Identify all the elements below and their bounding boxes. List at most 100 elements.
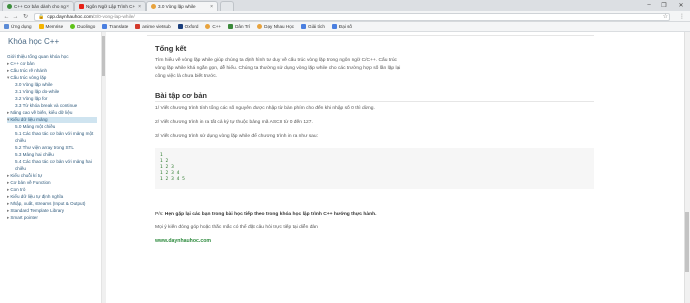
chevron-icon: ▸ (7, 187, 10, 192)
sidebar-item-label: Nâng cao về biến, kiểu dữ liệu (10, 110, 73, 115)
bookmark-star-icon[interactable]: ☆ (663, 13, 668, 20)
sidebar-item[interactable]: 5.3 Mảng hai chiều (15, 152, 54, 158)
chevron-icon: ▾ (7, 117, 10, 122)
bookmark-daiso[interactable]: Đại số (331, 24, 352, 29)
browser-menu-icon[interactable]: ⋮ (679, 13, 685, 20)
close-tab-icon[interactable]: × (66, 4, 69, 10)
sidebar-item-label: Nhập, xuất, streams (Input & Output) (10, 201, 86, 206)
memrise-icon (38, 24, 44, 29)
sidebar-item[interactable]: ▸Standard Template Library (7, 208, 64, 214)
sidebar-item-label: chiều (15, 138, 26, 143)
sidebar-item[interactable]: ▸Kiểu chuỗi kí tự (7, 173, 42, 179)
browser-tab-1[interactable]: C++ Cơ bản dành cho ng × (2, 1, 74, 11)
reload-icon[interactable]: ↻ (22, 13, 29, 20)
back-arrow-icon[interactable]: ← (3, 13, 10, 20)
chevron-icon: ▾ (7, 75, 10, 80)
bookmark-duolingo[interactable]: Duolingo (70, 24, 95, 29)
url-path: /3/0-vong-lap-while/ (92, 14, 135, 20)
new-tab-button[interactable] (220, 1, 234, 11)
sidebar-item-label: Con trỏ (10, 187, 26, 192)
sidebar-item[interactable]: ▾Kiểu dữ liệu mảng (7, 117, 97, 123)
code-block (155, 148, 594, 189)
sidebar-item[interactable]: ▾Cấu trúc vòng lặp (7, 75, 46, 81)
ps-prefix: P/s: (155, 212, 165, 217)
sidebar-item-label: 5.2 Thư viện array trong STL (15, 145, 74, 150)
close-window-icon[interactable]: ✕ (674, 0, 688, 10)
close-tab-icon[interactable]: × (138, 4, 141, 10)
sidebar-scroll-thumb[interactable] (102, 36, 105, 76)
giaitich-icon (301, 24, 307, 29)
sidebar-item-label: Kiểu dữ liệu tự định nghĩa (10, 194, 64, 199)
bookmark-oxford[interactable]: Oxford (177, 24, 198, 29)
chevron-icon: ▸ (7, 173, 10, 178)
sidebar-item[interactable]: ▸Nhập, xuất, streams (Input & Output) (7, 201, 85, 207)
forward-arrow-icon[interactable]: → (12, 13, 19, 20)
sidebar-item[interactable]: ▸Cơ bản về Function (7, 180, 51, 186)
sidebar-item-label: 3.3 Từ khóa break và continue (15, 103, 78, 108)
bookmark-giaitich[interactable]: Giải tích (301, 24, 325, 29)
close-tab-icon[interactable]: × (210, 4, 213, 10)
restore-icon[interactable]: ❐ (657, 0, 671, 10)
sidebar-item-label: Standard Template Library (10, 208, 65, 213)
sidebar-item[interactable]: 3.1 Vòng lặp do-while (15, 89, 59, 95)
sidebar-item[interactable]: 5.4 Các thao tác cơ bản với mảng hai (15, 159, 92, 165)
sidebar-item-label: Giới thiệu tổng quan khóa học (7, 54, 69, 59)
sidebar-item[interactable]: ▸Smart pointer (7, 215, 38, 221)
sidebar-item[interactable]: Giới thiệu tổng quan khóa học (7, 54, 69, 60)
sidebar-title: Khóa học C++ (8, 37, 60, 46)
exercise-2: 2/ Viết chương trình in ra tất cả ký tự … (155, 120, 313, 125)
sidebar-item[interactable]: 5.1 Các thao tác cơ bản với mảng một (15, 131, 93, 137)
tab-title: 3.0 Vòng lặp while (158, 4, 196, 9)
bookmark-memrise[interactable]: Memrise (38, 24, 63, 29)
dantri-icon (228, 24, 234, 29)
exercise-heading: Bài tập cơ bản (155, 91, 208, 100)
sidebar-item-label: 3.1 Vòng lặp do-while (15, 89, 60, 94)
tab-title: C++ Cơ bản dành cho ng (14, 4, 66, 9)
sidebar-item[interactable]: ▸Kiểu dữ liệu tự định nghĩa (7, 194, 63, 200)
bookmark-cpp[interactable]: C++ (205, 24, 221, 29)
summary-line-2: vòng lặp while khá ngắn gọn, dễ hiểu. Ch… (155, 66, 401, 71)
bookmark-apps[interactable]: Ứng dụng (4, 24, 32, 29)
exercise-3: 3/ Viết chương trình sử dụng vòng lặp wh… (155, 134, 318, 139)
youtube-favicon-icon (79, 4, 84, 9)
page-scroll-thumb[interactable] (685, 212, 689, 272)
daynhauhoc-favicon-icon (151, 4, 156, 9)
sidebar-item[interactable]: ▸Cấu trúc rẽ nhánh (7, 68, 47, 74)
site-link[interactable]: www.daynhauhoc.com (155, 238, 211, 244)
bookmark-translate[interactable]: Translate (102, 24, 128, 29)
sidebar-item[interactable]: 3.3 Từ khóa break và continue (15, 103, 77, 109)
sidebar-item-label: 5.0 Mảng một chiều (15, 124, 56, 129)
sidebar-item[interactable]: chiều (15, 138, 26, 144)
minimize-icon[interactable]: – (642, 0, 656, 10)
sidebar-item-label: 5.1 Các thao tác cơ bản với mảng một (15, 131, 94, 136)
oxford-icon (177, 24, 183, 29)
bookmark-anime[interactable]: anime vietsub (135, 24, 171, 29)
chevron-icon: ▸ (7, 68, 10, 73)
sidebar-item[interactable]: 5.0 Mảng một chiều (15, 124, 55, 130)
bookmark-daynhauhoc[interactable]: Dạy Nhau Học (257, 24, 294, 29)
chevron-icon: ▸ (7, 110, 10, 115)
sidebar-item-label: 3.2 Vòng lặp for (15, 96, 48, 101)
sidebar-item[interactable]: ▸Nâng cao về biến, kiểu dữ liệu (7, 110, 72, 116)
browser-tab-2[interactable]: Ngôn Ngữ Lập Trình C+ × (74, 1, 146, 11)
c-plus-plus-favicon-icon (7, 4, 12, 9)
sidebar-item[interactable]: 3.0 Vòng lặp while (15, 82, 53, 88)
daiso-icon (331, 24, 337, 29)
page-viewport: Khóa học C++ Giới thiệu tổng quan khóa h… (0, 32, 690, 303)
url-input[interactable]: 🔒 cpp.daynhauhoc.com /3/0-vong-lap-while… (34, 13, 670, 21)
summary-line-3: công việc là chưa biết trước. (155, 74, 218, 79)
sidebar-item[interactable]: ▸C++ cơ bản (7, 61, 35, 67)
sidebar-item[interactable]: 5.2 Thư viện array trong STL (15, 145, 74, 151)
sidebar-item-label: Cấu trúc rẽ nhánh (10, 68, 48, 73)
sidebar-item-label: Cơ bản về Function (10, 180, 51, 185)
sidebar-item[interactable]: ▸Con trỏ (7, 187, 25, 193)
bookmarks-bar: Ứng dụng Memrise Duolingo Translate anim… (0, 22, 690, 32)
browser-tab-3[interactable]: 3.0 Vòng lặp while × (146, 1, 218, 11)
bookmark-dantri[interactable]: Dân Trí (228, 24, 250, 29)
sidebar-item-label: 3.0 Vòng lặp while (15, 82, 53, 87)
sidebar-item[interactable]: chiều (15, 166, 26, 172)
url-host: cpp.daynhauhoc.com (47, 14, 93, 20)
feedback-note: Mọi ý kiến đóng góp hoặc thắc mắc có thể… (155, 225, 318, 230)
sidebar-item[interactable]: 3.2 Vòng lặp for (15, 96, 47, 102)
lock-icon: 🔒 (38, 14, 45, 20)
